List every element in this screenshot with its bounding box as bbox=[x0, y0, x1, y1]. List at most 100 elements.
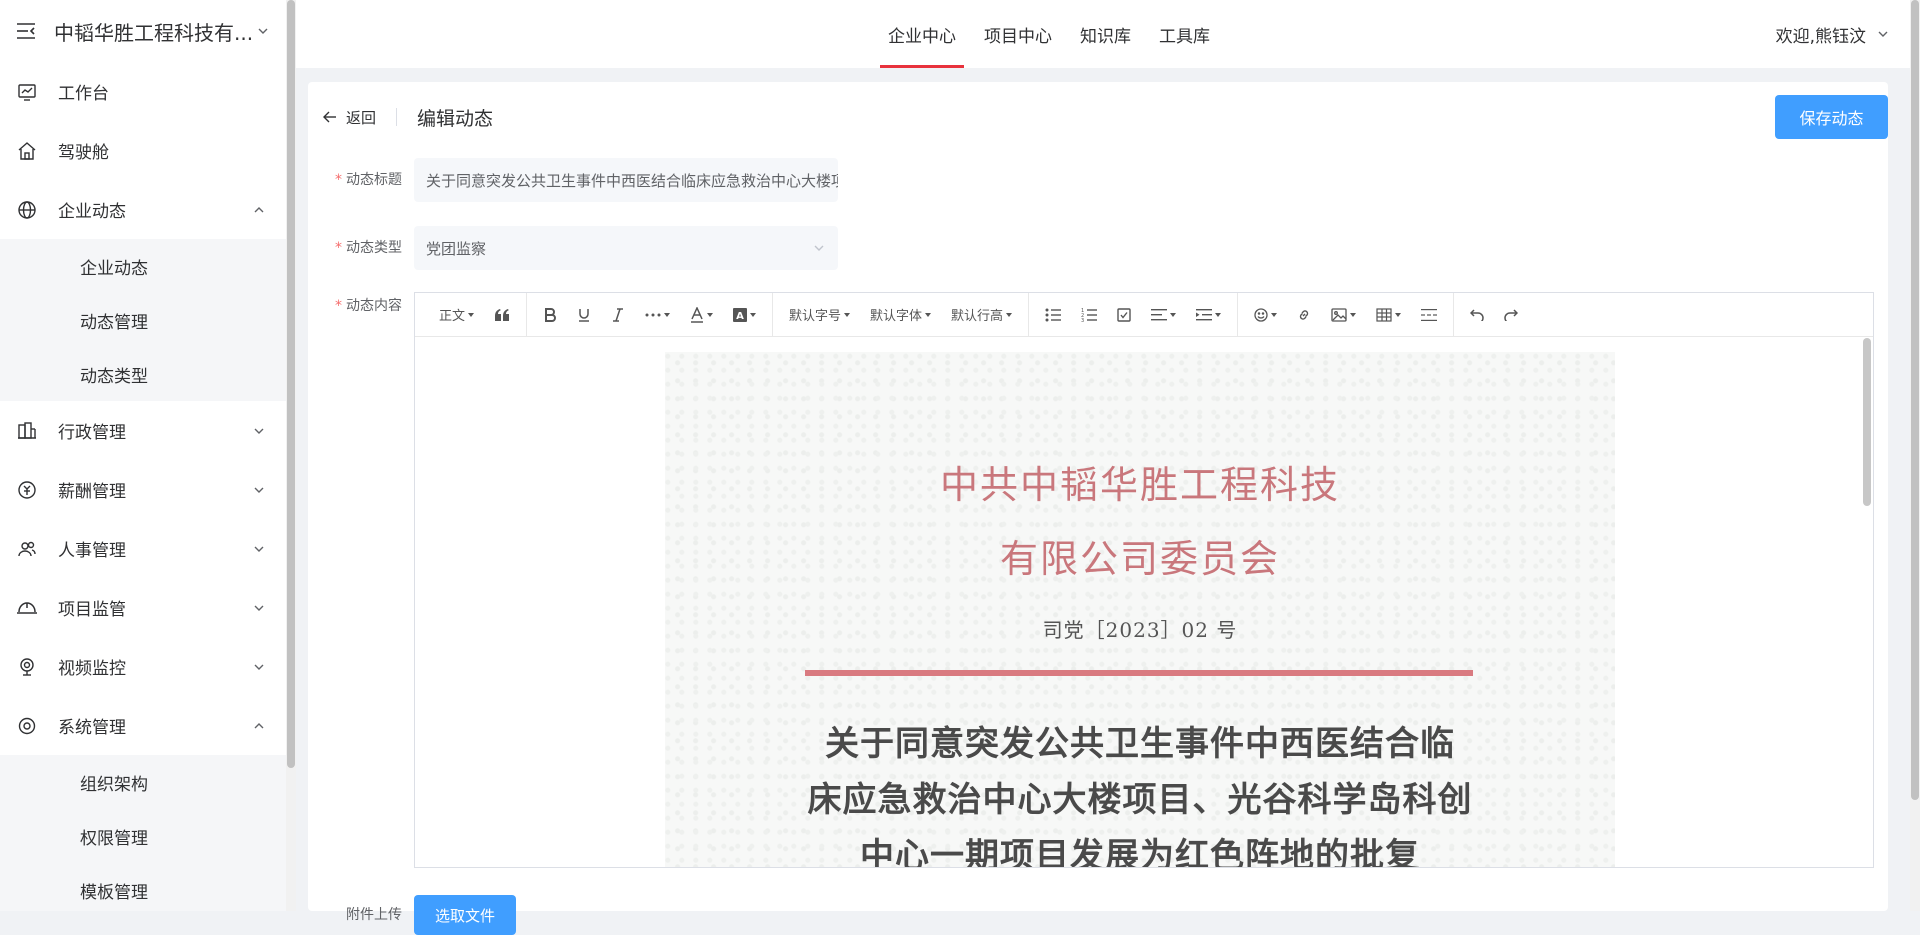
undo-icon[interactable] bbox=[1460, 300, 1494, 330]
blockquote-icon[interactable] bbox=[484, 300, 520, 330]
sidebar-item-system-management[interactable]: 系统管理 bbox=[0, 696, 286, 755]
submenu-system-management: 组织架构 权限管理 模板管理 bbox=[0, 755, 286, 911]
scrollbar-thumb[interactable] bbox=[287, 0, 295, 768]
top-navigation: 企业中心 项目中心 知识库 工具库 欢迎,熊钰汶 bbox=[296, 0, 1920, 68]
toolbar-group-list: 123 bbox=[1029, 293, 1239, 336]
bulleted-list-icon[interactable] bbox=[1035, 300, 1071, 330]
welcome-text: 欢迎,熊钰汶 bbox=[1775, 26, 1866, 47]
salary-icon bbox=[16, 479, 38, 501]
sidebar-item-workbench[interactable]: 工作台 bbox=[0, 62, 286, 121]
back-button[interactable]: 返回 bbox=[322, 107, 376, 128]
doc-red-rule bbox=[805, 670, 1473, 676]
sidebar-item-hr[interactable]: 人事管理 bbox=[0, 519, 286, 578]
page-title: 编辑动态 bbox=[417, 107, 494, 130]
sidebar-item-label: 工作台 bbox=[58, 84, 109, 104]
redo-icon[interactable] bbox=[1494, 300, 1528, 330]
sidebar-item-label: 项目监管 bbox=[58, 600, 126, 620]
bold-icon[interactable] bbox=[533, 300, 567, 330]
doc-subject-line3: 中心一期项目发展为红色阵地的批复 bbox=[860, 836, 1420, 867]
sidebar-scrollbar[interactable] bbox=[286, 0, 296, 911]
numbered-list-icon[interactable]: 123 bbox=[1071, 300, 1107, 330]
toolbar-group-text: A bbox=[527, 293, 774, 336]
save-news-button[interactable]: 保存动态 bbox=[1775, 95, 1888, 139]
users-icon bbox=[16, 538, 38, 560]
svg-text:3: 3 bbox=[1081, 318, 1084, 323]
tab-project-center[interactable]: 项目中心 bbox=[972, 0, 1064, 68]
sidebar-item-project-supervision[interactable]: 项目监管 bbox=[0, 578, 286, 637]
font-size-dropdown[interactable]: 默认字号 bbox=[779, 300, 860, 330]
toolbar-group-font: 默认字号 默认字体 默认行高 bbox=[773, 293, 1030, 336]
sidebar-subitem-news-management[interactable]: 动态管理 bbox=[0, 293, 286, 347]
italic-icon[interactable] bbox=[601, 300, 635, 330]
tab-enterprise-center[interactable]: 企业中心 bbox=[876, 0, 968, 68]
indent-icon[interactable] bbox=[1186, 300, 1231, 330]
sidebar-item-label: 薪酬管理 bbox=[58, 482, 126, 502]
submenu-enterprise-news: 企业动态 动态管理 动态类型 bbox=[0, 239, 286, 401]
svg-text:A: A bbox=[736, 311, 744, 322]
type-select[interactable]: 党团监察 bbox=[414, 226, 838, 270]
title-label: * 动态标题 bbox=[335, 172, 402, 188]
table-icon[interactable] bbox=[1366, 300, 1411, 330]
sidebar-subitem-org-structure[interactable]: 组织架构 bbox=[0, 755, 286, 809]
underline-icon[interactable] bbox=[567, 300, 601, 330]
chevron-up-icon bbox=[254, 206, 264, 212]
editor-scrollbar[interactable] bbox=[1863, 338, 1871, 867]
image-icon[interactable] bbox=[1321, 300, 1366, 330]
emoji-icon[interactable] bbox=[1244, 300, 1287, 330]
divider-line-icon[interactable] bbox=[1411, 300, 1447, 330]
tab-tool-library[interactable]: 工具库 bbox=[1147, 0, 1222, 68]
title-input[interactable]: 关于同意突发公共卫生事件中西医结合临床应急救治中心大楼项目 bbox=[414, 158, 838, 202]
sidebar-subitem-templates[interactable]: 模板管理 bbox=[0, 863, 286, 911]
header-divider bbox=[396, 108, 398, 126]
company-name[interactable]: 中韬华胜工程科技有... bbox=[54, 17, 256, 46]
sidebar-item-administration[interactable]: 行政管理 bbox=[0, 401, 286, 460]
user-menu[interactable]: 欢迎,熊钰汶 bbox=[1776, 0, 1890, 68]
toolbar-group-insert bbox=[1238, 293, 1455, 336]
editor-content-area[interactable]: 中共中韬华胜工程科技 有限公司委员会 司党［2023］02 号 关于同意突发公共… bbox=[415, 338, 1873, 867]
more-styles-icon[interactable] bbox=[635, 300, 680, 330]
top-tabs: 企业中心 项目中心 知识库 工具库 bbox=[876, 0, 1222, 68]
select-file-button[interactable]: 选取文件 bbox=[414, 895, 516, 935]
chevron-down-icon bbox=[254, 428, 264, 434]
background-color-icon[interactable]: A bbox=[723, 300, 766, 330]
chevron-up-icon bbox=[254, 722, 264, 728]
sidebar-item-cockpit[interactable]: 驾驶舱 bbox=[0, 121, 286, 180]
type-select-value: 党团监察 bbox=[426, 239, 487, 258]
tab-knowledge-base[interactable]: 知识库 bbox=[1068, 0, 1143, 68]
sidebar-subitem-permissions[interactable]: 权限管理 bbox=[0, 809, 286, 863]
line-height-dropdown[interactable]: 默认行高 bbox=[941, 300, 1022, 330]
scrollbar-thumb[interactable] bbox=[1863, 338, 1871, 506]
chevron-down-icon bbox=[254, 664, 264, 670]
sidebar-item-enterprise-news[interactable]: 企业动态 bbox=[0, 180, 286, 239]
font-color-icon[interactable] bbox=[680, 300, 723, 330]
page-scrollbar[interactable] bbox=[1910, 0, 1920, 911]
content-label: * 动态内容 bbox=[335, 298, 402, 314]
sidebar-item-salary[interactable]: 薪酬管理 bbox=[0, 460, 286, 519]
text-align-icon[interactable] bbox=[1141, 300, 1186, 330]
sidebar-subitem-news-types[interactable]: 动态类型 bbox=[0, 347, 286, 401]
doc-subject-line1: 关于同意突发公共卫生事件中西医结合临 bbox=[825, 724, 1455, 764]
doc-org-line2: 有限公司委员会 bbox=[999, 537, 1280, 581]
required-mark: * bbox=[335, 298, 342, 314]
chevron-down-icon bbox=[814, 245, 824, 251]
link-icon[interactable] bbox=[1287, 300, 1321, 330]
doc-number: 司党［2023］02 号 bbox=[1042, 618, 1238, 642]
chevron-down-icon bbox=[254, 546, 264, 552]
sidebar-item-label: 视频监控 bbox=[58, 659, 126, 679]
helmet-icon bbox=[16, 597, 38, 619]
todo-checkbox-icon[interactable] bbox=[1107, 300, 1141, 330]
chevron-down-icon bbox=[254, 605, 264, 611]
sidebar-item-label: 行政管理 bbox=[58, 423, 126, 443]
scrollbar-thumb[interactable] bbox=[1911, 0, 1919, 800]
menu-fold-icon[interactable] bbox=[14, 19, 38, 43]
upload-label: 附件上传 bbox=[346, 907, 402, 923]
chevron-down-icon[interactable] bbox=[256, 24, 270, 38]
font-family-dropdown[interactable]: 默认字体 bbox=[860, 300, 941, 330]
sidebar-subitem-news[interactable]: 企业动态 bbox=[0, 239, 286, 293]
sidebar-item-label: 驾驶舱 bbox=[58, 143, 109, 163]
sidebar-item-video-monitoring[interactable]: 视频监控 bbox=[0, 637, 286, 696]
form-row-content: * 动态内容 正文 A 默认字号 默认字体 默认行高 1 2 3 中共中韬华胜工… bbox=[308, 292, 1874, 868]
required-mark: * bbox=[335, 172, 342, 188]
paragraph-format-dropdown[interactable]: 正文 bbox=[429, 300, 484, 330]
dashboard-icon bbox=[16, 81, 38, 103]
